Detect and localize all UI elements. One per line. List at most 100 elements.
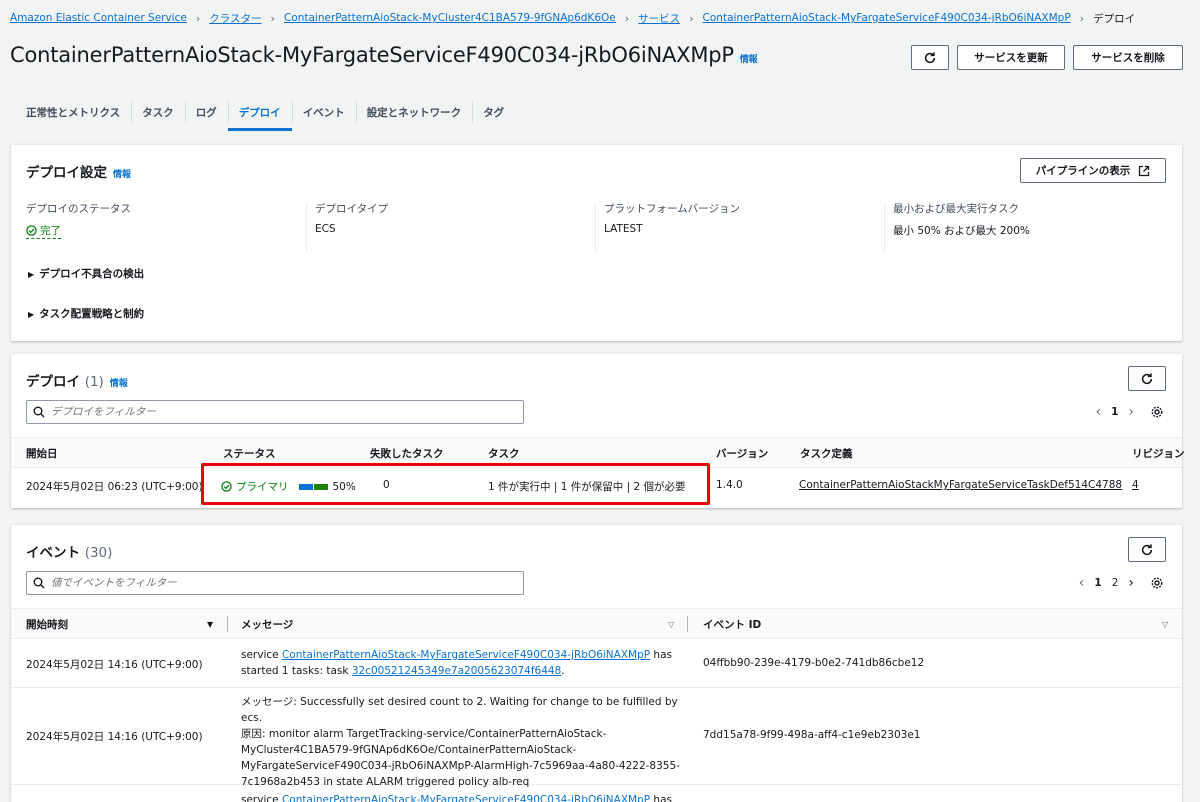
message-text: service xyxy=(241,649,282,661)
message-line: MyCluster4C1BA579-9fGNAp6dK6Oe/Container… xyxy=(241,744,577,756)
events-panel: イベント (30) ‹ 1 2 › 開始時刻 ▼ メッセージ ▽ イベント ID… xyxy=(11,524,1182,802)
sort-icon[interactable]: ▽ xyxy=(1162,620,1168,629)
expander-label: タスク配置戦略と制約 xyxy=(39,308,145,320)
field-label: プラットフォームバージョン xyxy=(604,203,740,215)
event-id: 7dd15a78-9f99-498a-aff4-c1e9eb2303e1 xyxy=(703,729,921,741)
revision-link[interactable]: 4 xyxy=(1132,479,1139,491)
info-link[interactable]: 情報 xyxy=(113,170,131,180)
field-label: デプロイのステータス xyxy=(26,203,131,215)
table-row: service ContainerPatternAioStack-MyFarga… xyxy=(11,786,1182,802)
chevron-right-icon: › xyxy=(195,11,201,25)
deploy-settings-fields: デプロイのステータス 完了 デプロイタイプ ECS プラットフォームバージョン … xyxy=(11,201,1182,251)
events-title-text: イベント xyxy=(26,545,80,561)
delete-service-button[interactable]: サービスを削除 xyxy=(1073,45,1183,70)
divider xyxy=(306,203,307,251)
tab-tasks[interactable]: タスク xyxy=(131,93,185,131)
tab-health[interactable]: 正常性とメトリクス xyxy=(15,93,131,131)
col-taskdef: タスク定義 xyxy=(800,448,853,460)
update-service-button[interactable]: サービスを更新 xyxy=(957,45,1065,70)
page-number[interactable]: 2 xyxy=(1112,577,1119,589)
info-link[interactable]: 情報 xyxy=(110,379,128,389)
field-label: デプロイタイプ xyxy=(315,203,389,215)
breadcrumb-service[interactable]: ContainerPatternAioStack-MyFargateServic… xyxy=(703,12,1071,24)
column-divider[interactable] xyxy=(687,616,688,632)
tab-tags[interactable]: タグ xyxy=(472,93,515,131)
gear-icon[interactable] xyxy=(1150,405,1164,419)
message-text: has xyxy=(650,794,672,802)
event-id: 04ffbb90-239e-4179-b0e2-741db86cbe12 xyxy=(703,657,925,669)
page-title: ContainerPatternAioStack-MyFargateServic… xyxy=(10,43,758,67)
message-text: . xyxy=(561,665,565,677)
deployments-pagination: ‹ 1 › xyxy=(1095,404,1164,420)
info-link[interactable]: 情報 xyxy=(740,55,758,65)
tab-events[interactable]: イベント xyxy=(291,93,356,131)
table-row: 2024年5月02日 14:16 (UTC+9:00) service Cont… xyxy=(11,640,1182,688)
deployments-panel: デプロイ (1)情報 ‹ 1 › 開始日 ステータス 失敗したタスク タスク バ… xyxy=(11,353,1185,508)
refresh-button[interactable] xyxy=(911,45,949,70)
page-title-text: ContainerPatternAioStack-MyFargateServic… xyxy=(10,43,734,67)
breadcrumb-current: デプロイ xyxy=(1093,12,1136,25)
chevron-right-icon: › xyxy=(270,11,275,25)
table-row: 2024年5月02日 14:16 (UTC+9:00) メッセージ: Succe… xyxy=(11,688,1182,788)
deployments-title: デプロイ (1) 情報 xyxy=(26,370,128,390)
expander-placement-strategy[interactable]: ▶ タスク配置戦略と制約 xyxy=(28,306,144,321)
field-deploy-type: デプロイタイプ ECS xyxy=(315,201,388,235)
expander-failure-detection[interactable]: ▶ デプロイ不具合の検出 xyxy=(28,266,144,281)
field-min-max-tasks: 最小および最大実行タスク 最小 50% および最大 200% xyxy=(893,201,1030,238)
caret-right-icon: ▶ xyxy=(28,270,35,279)
chevron-right-icon: › xyxy=(1079,11,1085,25)
event-filter-input[interactable] xyxy=(51,577,491,589)
col-start-time: 開始時刻 xyxy=(26,619,68,631)
divider xyxy=(595,203,596,251)
page-number[interactable]: 1 xyxy=(1094,577,1101,589)
refresh-button[interactable] xyxy=(1128,366,1166,391)
chevron-right-icon: › xyxy=(624,11,630,25)
deploy-settings-panel: デプロイ設定 情報 パイプラインの表示 デプロイのステータス 完了 デプロイタイプ… xyxy=(11,144,1182,341)
refresh-button[interactable] xyxy=(1128,537,1166,562)
event-time: 2024年5月02日 14:16 (UTC+9:00) xyxy=(26,659,203,671)
deployments-count: (1) xyxy=(84,374,104,390)
event-filter[interactable] xyxy=(26,571,524,595)
service-link[interactable]: ContainerPatternAioStack-MyFargateServic… xyxy=(282,794,650,802)
tab-logs[interactable]: ログ xyxy=(184,93,228,131)
chevron-right-icon: › xyxy=(689,11,694,25)
field-deploy-status: デプロイのステータス 完了 xyxy=(26,201,131,239)
status-complete-text: 完了 xyxy=(40,225,61,237)
refresh-icon xyxy=(1141,543,1153,555)
breadcrumb-services[interactable]: サービス xyxy=(638,11,680,26)
field-label: 最小および最大実行タスク xyxy=(893,203,1019,215)
view-pipeline-label: パイプラインの表示 xyxy=(1035,165,1131,177)
event-message: service ContainerPatternAioStack-MyFarga… xyxy=(241,792,691,802)
col-event-id: イベント ID xyxy=(703,619,762,631)
chevron-right-icon[interactable]: › xyxy=(1128,575,1134,591)
deploy-settings-title-text: デプロイ設定 xyxy=(26,165,107,181)
gear-icon[interactable] xyxy=(1150,576,1164,590)
sort-icon[interactable]: ▽ xyxy=(668,620,674,629)
message-line: 原因: monitor alarm TargetTracking-service… xyxy=(241,728,607,740)
events-table-header: 開始時刻 ▼ メッセージ ▽ イベント ID ▽ xyxy=(11,608,1182,639)
deployments-title-text: デプロイ xyxy=(26,374,80,390)
status-complete[interactable]: 完了 xyxy=(26,223,61,239)
breadcrumb-clusters[interactable]: クラスター xyxy=(209,11,261,26)
tab-config[interactable]: 設定とネットワーク xyxy=(355,93,473,131)
deployment-filter-input[interactable] xyxy=(51,406,491,418)
chevron-left-icon[interactable]: ‹ xyxy=(1079,575,1085,591)
task-link[interactable]: 32c00521245349e7a2005623074f6448 xyxy=(352,665,561,677)
refresh-icon xyxy=(1141,372,1153,384)
breadcrumb-cluster[interactable]: ContainerPatternAioStack-MyCluster4C1BA5… xyxy=(284,12,616,24)
chevron-right-icon[interactable]: › xyxy=(1128,404,1134,420)
page-number[interactable]: 1 xyxy=(1111,406,1118,418)
deployment-filter[interactable] xyxy=(26,400,524,424)
view-pipeline-button[interactable]: パイプラインの表示 xyxy=(1020,158,1166,183)
highlight-box xyxy=(201,463,710,505)
tab-deployments[interactable]: デプロイ xyxy=(227,93,292,131)
message-text: service xyxy=(241,794,282,802)
sort-descending-icon[interactable]: ▼ xyxy=(207,620,213,629)
field-value: 最小 50% および最大 200% xyxy=(893,225,1030,237)
breadcrumb-ecs[interactable]: Amazon Elastic Container Service xyxy=(10,12,187,24)
service-link[interactable]: ContainerPatternAioStack-MyFargateServic… xyxy=(282,649,650,661)
chevron-left-icon[interactable]: ‹ xyxy=(1095,404,1101,420)
column-divider[interactable] xyxy=(227,616,228,632)
event-time: 2024年5月02日 14:16 (UTC+9:00) xyxy=(26,731,203,743)
task-definition-link[interactable]: ContainerPatternAioStackMyFargateService… xyxy=(799,479,1122,491)
